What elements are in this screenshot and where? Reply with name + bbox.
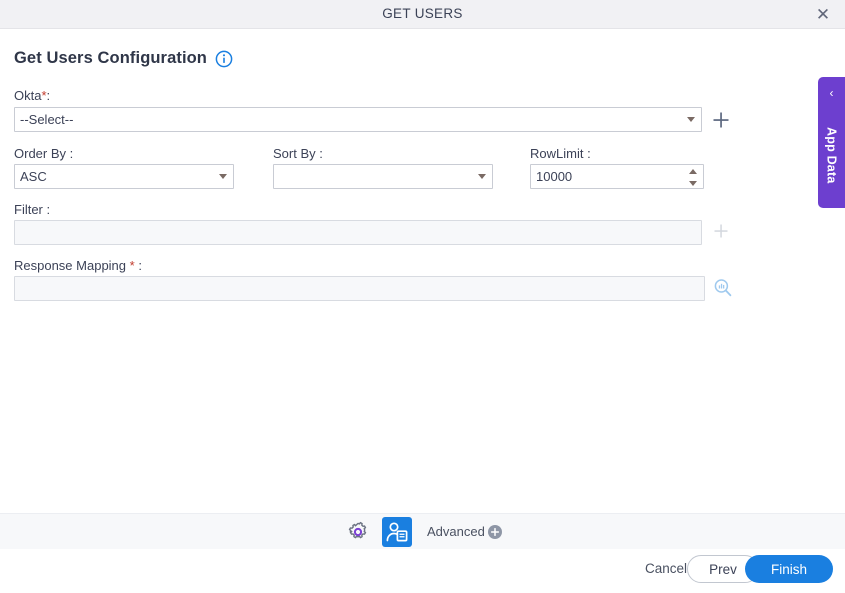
response-mapping-label: Response Mapping * :	[14, 258, 142, 273]
response-mapping-required-mark: *	[129, 258, 135, 273]
cancel-button[interactable]: Cancel	[645, 561, 687, 576]
chevron-down-icon	[219, 174, 227, 179]
okta-label: Okta*:	[14, 88, 50, 103]
advanced-label[interactable]: Advanced	[427, 524, 485, 539]
row-limit-stepper[interactable]	[687, 168, 699, 187]
stepper-down-icon[interactable]	[689, 181, 697, 186]
filter-input[interactable]	[14, 220, 702, 245]
okta-select-value: --Select--	[20, 112, 74, 127]
dialog-footer: Cancel Prev Finish	[0, 549, 845, 593]
settings-gear-icon[interactable]	[346, 520, 370, 544]
order-by-label: Order By :	[14, 146, 74, 161]
app-data-tab[interactable]: ‹ App Data	[818, 77, 845, 208]
filter-label: Filter :	[14, 202, 51, 217]
order-by-value: ASC	[20, 169, 47, 184]
okta-label-colon: :	[46, 88, 51, 103]
dialog-body: Get Users Configuration Okta*: --Select-…	[0, 29, 845, 513]
finish-button[interactable]: Finish	[745, 555, 833, 583]
bottom-toolbar: Advanced	[0, 513, 845, 549]
filter-add-button	[711, 221, 731, 241]
response-mapping-label-text: Response Mapping	[14, 258, 127, 273]
okta-label-text: Okta	[14, 88, 42, 103]
user-record-icon[interactable]	[382, 517, 412, 547]
chevron-left-icon: ‹	[829, 86, 834, 100]
sort-by-label: Sort By :	[273, 146, 323, 161]
response-mapping-label-colon: :	[138, 258, 142, 273]
stepper-up-icon[interactable]	[689, 169, 697, 174]
page-title: Get Users Configuration	[14, 49, 207, 67]
sort-by-select[interactable]	[273, 164, 493, 189]
dialog-titlebar: GET USERS ✕	[0, 0, 845, 29]
response-mapping-input[interactable]	[14, 276, 705, 301]
okta-add-button[interactable]	[711, 110, 731, 130]
row-limit-label: RowLimit :	[530, 146, 591, 161]
app-data-tab-label: App Data	[824, 126, 839, 184]
dialog-title: GET USERS	[382, 6, 463, 21]
close-icon[interactable]: ✕	[811, 3, 835, 27]
row-limit-value: 10000	[536, 169, 573, 184]
data-mapping-search-icon[interactable]	[713, 278, 733, 298]
info-circle-icon[interactable]	[215, 50, 233, 68]
chevron-down-icon	[687, 117, 695, 122]
order-by-select[interactable]: ASC	[14, 164, 234, 189]
chevron-down-icon	[478, 174, 486, 179]
okta-select[interactable]: --Select--	[14, 107, 702, 132]
row-limit-input[interactable]: 10000	[530, 164, 704, 189]
plus-circle-icon[interactable]	[488, 525, 502, 539]
